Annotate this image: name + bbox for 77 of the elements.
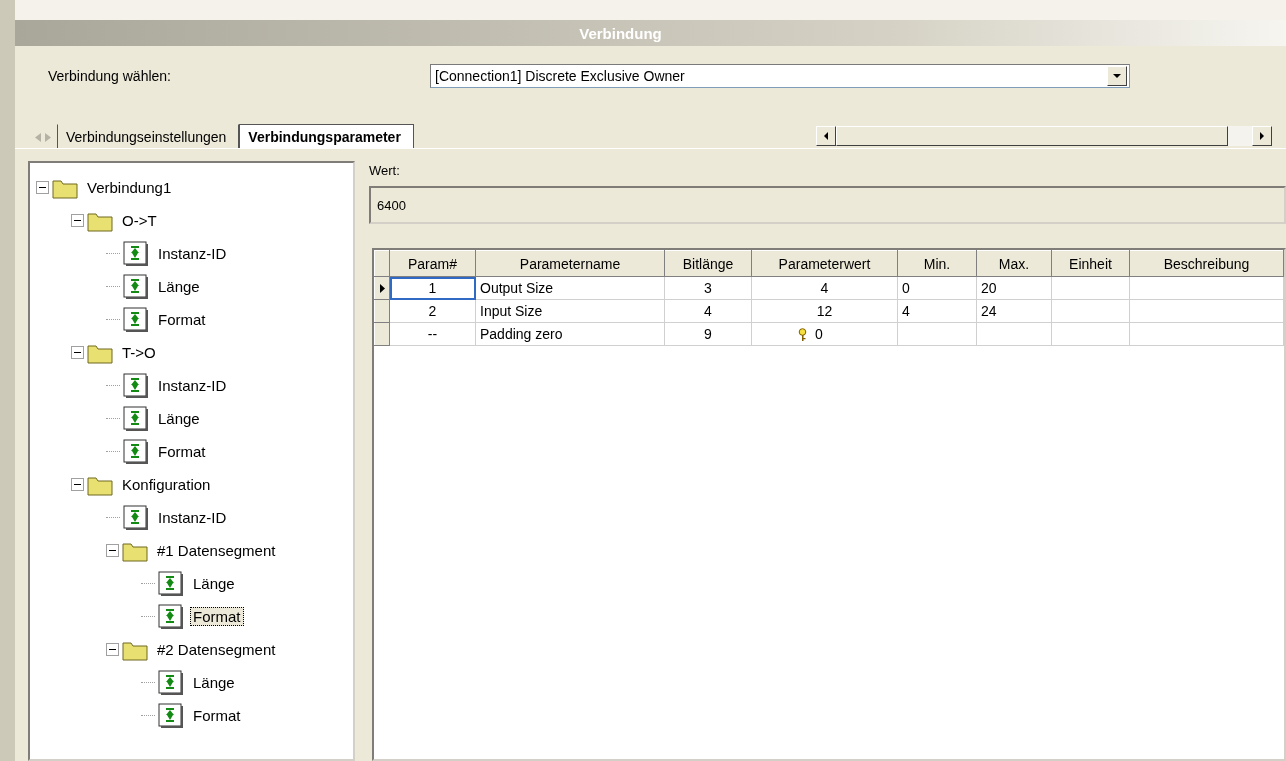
- table-cell: Output Size: [475, 276, 665, 300]
- table-cell: 4: [751, 276, 898, 300]
- parameter-icon: [123, 372, 149, 399]
- parameter-icon: [123, 504, 149, 531]
- minus-icon: [74, 349, 81, 356]
- header-title: Verbindung: [579, 24, 662, 42]
- horizontal-scrollbar[interactable]: [816, 126, 1272, 146]
- collapse-toggle[interactable]: [71, 214, 84, 227]
- column-header[interactable]: Bitlänge: [664, 250, 752, 277]
- tree-item[interactable]: Instanz-ID: [155, 376, 230, 395]
- table-cell: 2: [389, 299, 476, 323]
- column-header[interactable]: Parametername: [475, 250, 665, 277]
- scroll-right-icon[interactable]: [1260, 132, 1264, 140]
- field-label: Verbindung wählen:: [47, 68, 172, 84]
- tree-item[interactable]: Format: [190, 706, 244, 725]
- tree-item[interactable]: Format: [155, 310, 209, 329]
- key-icon: [798, 328, 808, 343]
- minus-icon: [109, 646, 116, 653]
- tree-item[interactable]: Länge: [190, 673, 238, 692]
- parameter-icon: [123, 240, 149, 267]
- minus-icon: [109, 547, 116, 554]
- parameter-icon: [158, 603, 184, 630]
- table-cell: --: [389, 322, 476, 346]
- table-cell: 0: [751, 322, 898, 346]
- table-cell: 3: [664, 276, 752, 300]
- table-cell: 12: [751, 299, 898, 323]
- column-header[interactable]: Param#: [389, 250, 476, 277]
- column-header[interactable]: Max.: [976, 250, 1052, 277]
- tree-item[interactable]: Format: [155, 442, 209, 461]
- table-cell: 1: [389, 276, 476, 300]
- column-header[interactable]: Beschreibung: [1129, 250, 1284, 277]
- tree-item[interactable]: T->O: [119, 343, 159, 362]
- collapse-toggle[interactable]: [106, 544, 119, 557]
- parameter-icon: [123, 405, 149, 432]
- parameter-icon: [123, 306, 149, 333]
- value-field[interactable]: 6400: [369, 186, 1286, 224]
- tree-item[interactable]: Konfiguration: [119, 475, 214, 494]
- table-cell: Input Size: [475, 299, 665, 323]
- tree-item[interactable]: #1 Datensegment: [154, 541, 279, 560]
- table-cell: 20: [976, 276, 1052, 300]
- tab[interactable]: Verbindungseinstellungen: [57, 124, 240, 148]
- tree-item[interactable]: Länge: [155, 409, 203, 428]
- tree-item[interactable]: Format: [190, 607, 244, 626]
- column-header[interactable]: Min.: [897, 250, 977, 277]
- tree-item[interactable]: O->T: [119, 211, 160, 230]
- table-cell: Padding zero: [475, 322, 665, 346]
- current-row-icon: [379, 283, 385, 293]
- parameter-icon: [158, 570, 184, 597]
- table-cell: 4: [897, 299, 977, 323]
- value-label: Wert:: [369, 163, 401, 178]
- connection-dropdown[interactable]: [Connection1] Discrete Exclusive Owner: [430, 64, 1130, 88]
- tree-item[interactable]: Verbindung1: [84, 178, 175, 197]
- collapse-toggle[interactable]: [36, 181, 49, 194]
- parameter-icon: [158, 669, 184, 696]
- tree-item[interactable]: Länge: [155, 277, 203, 296]
- minus-icon: [39, 184, 46, 191]
- scroll-left-icon[interactable]: [824, 132, 828, 140]
- table-cell: 24: [976, 299, 1052, 323]
- collapse-toggle[interactable]: [106, 643, 119, 656]
- minus-icon: [74, 481, 81, 488]
- collapse-toggle[interactable]: [71, 478, 84, 491]
- table-cell: 4: [664, 299, 752, 323]
- parameter-icon: [158, 702, 184, 729]
- row-header[interactable]: [374, 276, 390, 300]
- tree-item[interactable]: Instanz-ID: [155, 244, 230, 263]
- table-cell: 9: [664, 322, 752, 346]
- tree-item[interactable]: #2 Datensegment: [154, 640, 279, 659]
- parameter-icon: [123, 438, 149, 465]
- tree-item[interactable]: Instanz-ID: [155, 508, 230, 527]
- column-header[interactable]: Einheit: [1051, 250, 1130, 277]
- minus-icon: [74, 217, 81, 224]
- collapse-toggle[interactable]: [71, 346, 84, 359]
- tree-item[interactable]: Länge: [190, 574, 238, 593]
- column-header[interactable]: Parameterwert: [751, 250, 898, 277]
- tab[interactable]: Verbindungsparameter: [239, 124, 414, 148]
- parameter-icon: [123, 273, 149, 300]
- table-cell: 0: [897, 276, 977, 300]
